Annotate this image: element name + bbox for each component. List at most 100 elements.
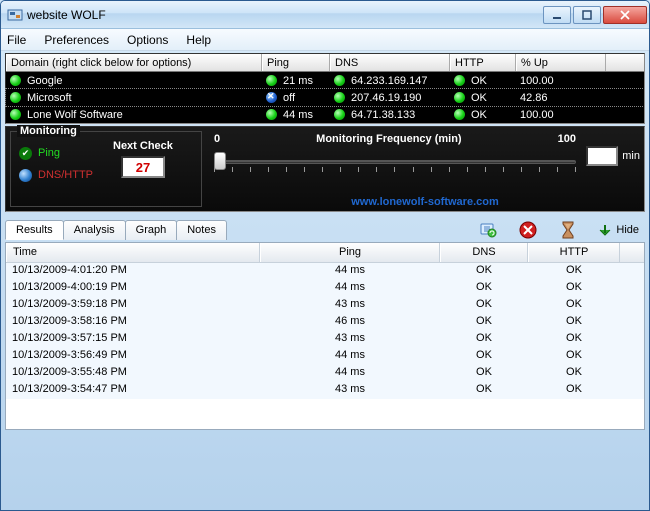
status-dot-icon [10,75,21,86]
monitoring-title: Monitoring [17,125,80,137]
website-link[interactable]: www.lonewolf-software.com [206,196,644,208]
rcol-ping[interactable]: Ping [260,243,440,262]
result-time: 10/13/2009-4:01:20 PM [6,263,260,280]
result-time: 10/13/2009-3:58:16 PM [6,314,260,331]
result-time: 10/13/2009-3:56:49 PM [6,348,260,365]
dns-status-icon [334,109,345,120]
frequency-unit: min [622,150,640,162]
result-ping: 46 ms [260,314,440,331]
rcol-time[interactable]: Time [6,243,260,262]
result-row[interactable]: 10/13/2009-4:01:20 PM44 msOKOK [6,263,644,280]
monitor-ping[interactable]: ✔ Ping [19,142,113,164]
frequency-slider[interactable] [214,149,576,175]
app-window: website WOLF File Preferences Options He… [0,0,650,511]
slider-thumb[interactable] [214,152,226,170]
tabs: Results Analysis Graph Notes [5,220,226,240]
col-ping[interactable]: Ping [262,54,330,71]
http-value: OK [471,92,487,104]
freq-max: 100 [558,133,576,145]
result-row[interactable]: 10/13/2009-3:55:48 PM44 msOKOK [6,365,644,382]
result-ping: 44 ms [260,348,440,365]
result-dns: OK [440,280,528,297]
up-value: 100.00 [520,75,554,87]
site-row[interactable]: Google21 ms64.233.169.147OK100.00 [6,72,644,89]
ping-value: off [283,92,295,104]
site-name: Microsoft [27,92,72,104]
result-http: OK [528,382,620,399]
dns-value: 207.46.19.190 [351,92,421,104]
globe-icon [19,169,32,182]
result-row[interactable]: 10/13/2009-3:58:16 PM46 msOKOK [6,314,644,331]
result-ping: 44 ms [260,280,440,297]
result-ping: 43 ms [260,382,440,399]
http-status-icon [454,109,465,120]
result-ping: 44 ms [260,263,440,280]
dns-status-icon [334,75,345,86]
titlebar[interactable]: website WOLF [1,1,649,29]
ping-value: 44 ms [283,109,313,121]
result-time: 10/13/2009-3:59:18 PM [6,297,260,314]
result-dns: OK [440,314,528,331]
result-row[interactable]: 10/13/2009-4:00:19 PM44 msOKOK [6,280,644,297]
result-http: OK [528,280,620,297]
col-http[interactable]: HTTP [450,54,516,71]
status-dot-icon [10,109,21,120]
maximize-button[interactable] [573,6,601,24]
monitor-dnshttp[interactable]: DNS/HTTP [19,164,113,186]
ping-status-icon [266,92,277,103]
menu-help[interactable]: Help [186,33,211,47]
col-domain[interactable]: Domain (right click below for options) [6,54,262,71]
result-row[interactable]: 10/13/2009-3:54:47 PM43 msOKOK [6,382,644,399]
result-dns: OK [440,348,528,365]
result-http: OK [528,297,620,314]
tab-results[interactable]: Results [5,220,64,240]
result-http: OK [528,331,620,348]
timer-button[interactable] [558,220,578,240]
results-panel: Time Ping DNS HTTP 10/13/2009-4:01:20 PM… [5,242,645,430]
result-dns: OK [440,365,528,382]
result-row[interactable]: 10/13/2009-3:56:49 PM44 msOKOK [6,348,644,365]
rcol-http[interactable]: HTTP [528,243,620,262]
result-http: OK [528,365,620,382]
col-dns[interactable]: DNS [330,54,450,71]
hide-button[interactable]: Hide [598,223,639,237]
menu-options[interactable]: Options [127,33,168,47]
tab-notes[interactable]: Notes [176,220,227,240]
ping-status-icon [266,75,277,86]
http-value: OK [471,75,487,87]
up-value: 42.86 [520,92,548,104]
sites-panel: Domain (right click below for options) P… [5,53,645,124]
result-time: 10/13/2009-3:55:48 PM [6,365,260,382]
frequency-input[interactable]: 1 [586,146,618,166]
result-dns: OK [440,297,528,314]
result-dns: OK [440,382,528,399]
stop-button[interactable] [518,220,538,240]
result-row[interactable]: 10/13/2009-3:57:15 PM43 msOKOK [6,331,644,348]
app-icon [7,7,23,23]
rcol-dns[interactable]: DNS [440,243,528,262]
refresh-button[interactable] [478,220,498,240]
col-up[interactable]: % Up [516,54,606,71]
dns-status-icon [334,92,345,103]
tab-analysis[interactable]: Analysis [63,220,126,240]
close-button[interactable] [603,6,647,24]
result-ping: 43 ms [260,331,440,348]
site-name: Google [27,75,62,87]
next-check-value: 27 [121,156,165,178]
result-http: OK [528,348,620,365]
tab-graph[interactable]: Graph [125,220,178,240]
result-ping: 44 ms [260,365,440,382]
menu-file[interactable]: File [7,33,26,47]
site-row[interactable]: Microsoft off 207.46.19.190 OK 42.86 [6,89,644,106]
results-header: Time Ping DNS HTTP [6,243,644,263]
result-row[interactable]: 10/13/2009-3:59:18 PM43 msOKOK [6,297,644,314]
minimize-button[interactable] [543,6,571,24]
dns-value: 64.71.38.133 [351,109,415,121]
check-icon: ✔ [19,147,32,160]
menu-preferences[interactable]: Preferences [44,33,109,47]
site-row[interactable]: Lone Wolf Software44 ms64.71.38.133OK100… [6,106,644,123]
dns-value: 64.233.169.147 [351,75,427,87]
mid-panel: Monitoring ✔ Ping DNS/HTTP Next Check [5,126,645,212]
http-status-icon [454,92,465,103]
up-value: 100.00 [520,109,554,121]
